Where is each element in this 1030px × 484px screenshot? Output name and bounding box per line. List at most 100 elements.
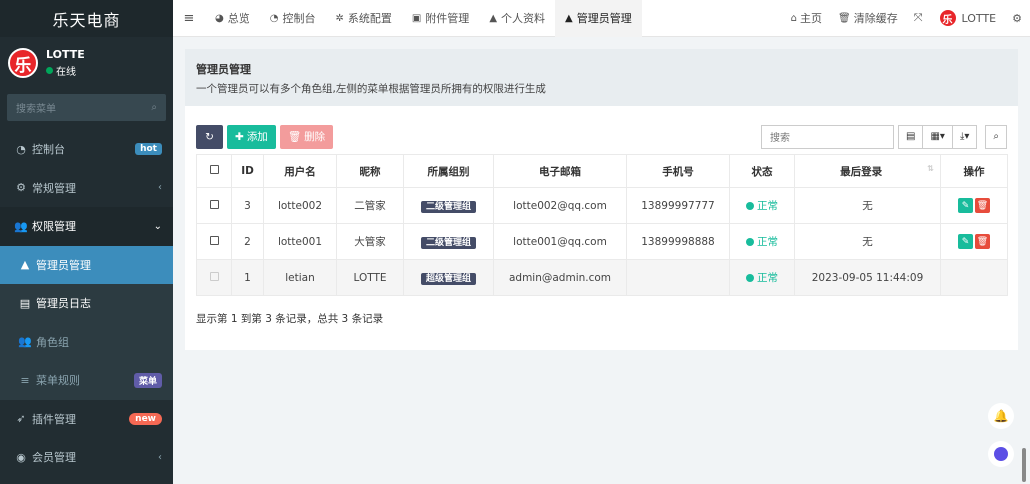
table-search-input[interactable]: 搜索	[761, 124, 895, 149]
menu-toggle-icon[interactable]: ≡	[173, 11, 205, 26]
add-button[interactable]: ✚ 添加	[227, 124, 276, 149]
tab-dashboard[interactable]: ◔ 控制台	[260, 0, 326, 37]
admin-table: ID 用户名 昵称 所属组别 电子邮箱 手机号 状态 最后登录 ⇅ 操作 3 lo…	[196, 154, 1008, 296]
user-panel: 乐 LOTTE 在线	[0, 37, 173, 89]
columns-button[interactable]: ▦▾	[923, 124, 953, 149]
toolbar: ↻ ✚ 添加 🗑 删除 搜索 ▤ ▦▾ ⤓▾ ⌕	[185, 106, 1018, 150]
col-nickname[interactable]: 昵称	[336, 154, 404, 188]
menu-search-input[interactable]: 搜索菜单 ⌕	[7, 94, 166, 121]
cell-id: 1	[231, 259, 264, 296]
status-dot-icon	[746, 201, 754, 210]
menu-badge: 菜单	[133, 372, 162, 388]
sidebar-item-role-group[interactable]: 👥 角色组	[0, 322, 173, 361]
cell-phone: 13899998888	[626, 223, 730, 260]
cell-actions: ✎ 🗑	[940, 187, 1008, 224]
sidebar-item-admin-log[interactable]: ▤ 管理员日志	[0, 284, 173, 323]
tab-attachments[interactable]: ▣ 附件管理	[402, 0, 479, 37]
file-image-icon: ▣	[411, 12, 422, 24]
row-checkbox[interactable]	[196, 223, 232, 260]
col-actions: 操作	[940, 154, 1008, 188]
sidebar-item-plugins[interactable]: ➶ 插件管理 new	[0, 400, 173, 439]
settings-icon[interactable]: ⚙	[1004, 12, 1030, 25]
brand-logo[interactable]: 乐天电商	[0, 0, 173, 37]
edit-button[interactable]: ✎	[958, 198, 973, 213]
col-username[interactable]: 用户名	[263, 154, 337, 188]
content-panel: 管理员管理 一个管理员可以有多个角色组,左侧的菜单根据管理员所拥有的权限进行生成…	[185, 49, 1018, 350]
sort-icon[interactable]: ⇅	[927, 164, 934, 173]
edit-button[interactable]: ✎	[958, 234, 973, 249]
chat-float-button[interactable]	[988, 441, 1014, 467]
col-group[interactable]: 所属组别	[403, 154, 494, 188]
group-badge: 超级管理组	[420, 273, 476, 285]
cell-last-login: 无	[794, 223, 941, 260]
dashboard-icon: ◔	[269, 12, 279, 24]
toggle-view-button[interactable]: ▤	[898, 124, 924, 149]
sidebar-item-dashboard[interactable]: ◔ 控制台 hot	[0, 130, 173, 169]
chevron-down-icon: ⌄	[153, 220, 162, 232]
list-alt-icon: ▤	[19, 296, 31, 310]
new-badge: new	[129, 412, 162, 425]
user-name: LOTTE	[46, 48, 85, 61]
delete-button[interactable]: 🗑 删除	[279, 124, 334, 149]
top-navbar: ≡ ◕ 总览 ◔ 控制台 ✲ 系统配置 ▣ 附件管理 ▲ 个人资料 ▲ 管理员管理 ⌂ 主页 …	[173, 0, 1030, 37]
status-dot-icon	[746, 273, 754, 282]
avatar: 乐	[938, 9, 957, 27]
cell-group: 超级管理组	[403, 259, 494, 296]
table-row: 1 letian LOTTE 超级管理组 admin@admin.com 正常 …	[196, 259, 1008, 296]
cell-username: letian	[263, 259, 337, 296]
user-menu[interactable]: 乐 LOTTE	[931, 9, 1005, 27]
cell-group: 二级管理组	[403, 223, 494, 260]
cell-last-login: 2023-09-05 11:44:09	[794, 259, 941, 296]
cell-last-login: 无	[794, 187, 941, 224]
tab-admin-management[interactable]: ▲ 管理员管理	[555, 0, 642, 37]
search-icon[interactable]: ⌕	[151, 102, 157, 113]
download-icon: ⤓▾	[959, 131, 970, 142]
sidebar-item-admin[interactable]: ▲ 管理员管理	[0, 245, 173, 284]
cell-username: lotte001	[263, 223, 337, 260]
pencil-icon: ✎	[961, 200, 970, 211]
select-all-checkbox[interactable]	[196, 154, 232, 188]
sidebar-item-auth[interactable]: 👥 权限管理 ⌄	[0, 207, 173, 246]
col-status[interactable]: 状态	[729, 154, 795, 188]
fullscreen-icon[interactable]: ⤧	[906, 11, 931, 25]
cell-status[interactable]: 正常	[729, 223, 795, 260]
chat-icon	[994, 447, 1008, 461]
home-link[interactable]: ⌂ 主页	[783, 10, 830, 26]
cell-status[interactable]: 正常	[729, 259, 795, 296]
row-checkbox[interactable]	[196, 187, 232, 224]
delete-row-button[interactable]: 🗑	[975, 198, 990, 213]
sidebar-item-general[interactable]: ⚙ 常规管理 ‹	[0, 169, 173, 208]
tab-profile[interactable]: ▲ 个人资料	[479, 0, 555, 37]
refresh-button[interactable]: ↻	[196, 124, 223, 149]
col-phone[interactable]: 手机号	[626, 154, 730, 188]
cell-status[interactable]: 正常	[729, 187, 795, 224]
tab-overview[interactable]: ◕ 总览	[205, 0, 260, 37]
rocket-icon: ➶	[16, 412, 26, 426]
bell-icon: 🔔	[993, 409, 1009, 423]
cogs-icon: ⚙	[16, 181, 26, 195]
col-email[interactable]: 电子邮箱	[493, 154, 627, 188]
advanced-search-button[interactable]: ⌕	[985, 124, 1007, 149]
plus-icon: ✚	[235, 130, 244, 143]
sidebar: 乐天电商 乐 LOTTE 在线 搜索菜单 ⌕ ◔ 控制台 hot ⚙ 常规管理 …	[0, 0, 173, 484]
scrollbar[interactable]	[1022, 448, 1026, 482]
cell-email: lotte002@qq.com	[493, 187, 627, 224]
pencil-icon: ✎	[961, 236, 970, 247]
notification-float-button[interactable]: 🔔	[988, 403, 1014, 429]
cell-phone: 13899997777	[626, 187, 730, 224]
cell-nickname: LOTTE	[336, 259, 404, 296]
cell-actions: ✎ 🗑	[940, 223, 1008, 260]
sidebar-item-members[interactable]: ◉ 会员管理 ‹	[0, 438, 173, 477]
delete-row-button[interactable]: 🗑	[975, 234, 990, 249]
clear-cache-button[interactable]: 🗑 清除缓存	[830, 10, 906, 26]
chevron-left-icon: ‹	[158, 182, 162, 194]
tab-system-config[interactable]: ✲ 系统配置	[325, 0, 401, 37]
export-button[interactable]: ⤓▾	[952, 124, 978, 149]
col-id[interactable]: ID	[231, 154, 264, 188]
col-last-login[interactable]: 最后登录 ⇅	[794, 154, 941, 188]
chevron-left-icon: ‹	[158, 451, 162, 463]
user-icon: ▲	[489, 12, 498, 24]
home-icon: ⌂	[790, 12, 798, 24]
sidebar-item-menu-rules[interactable]: ≡ 菜单规则 菜单	[0, 361, 173, 400]
trash-icon: 🗑	[976, 200, 989, 211]
